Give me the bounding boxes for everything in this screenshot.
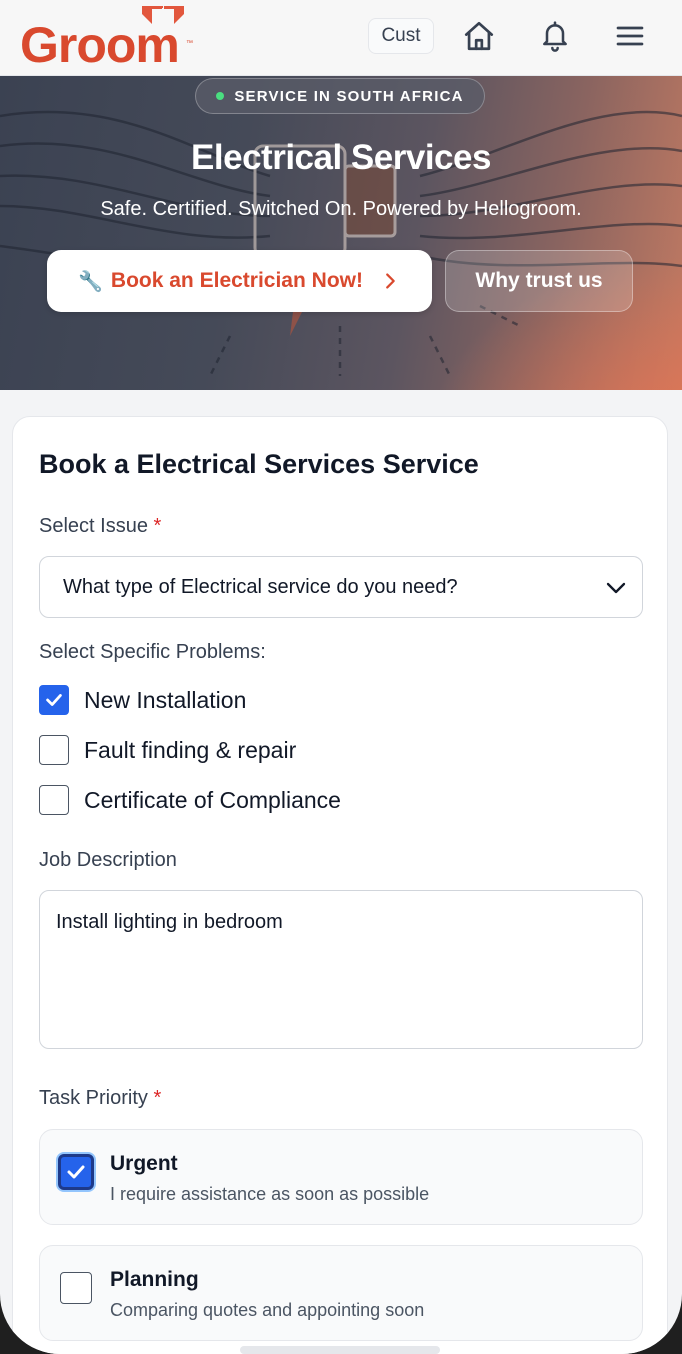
- problems-label: Select Specific Problems:: [39, 641, 266, 663]
- menu-icon[interactable]: [612, 18, 648, 54]
- priority-description: I require assistance as soon as possible: [110, 1184, 430, 1204]
- problem-option-label: Certificate of Compliance: [84, 786, 341, 813]
- priority-title: Urgent: [110, 1152, 178, 1175]
- checkbox-unchecked-icon[interactable]: [39, 735, 69, 765]
- issue-label-text: Select Issue: [39, 515, 148, 537]
- job-description-label: Job Description: [39, 849, 177, 871]
- cust-button[interactable]: Cust: [368, 18, 434, 54]
- issue-label: Select Issue *: [39, 515, 161, 538]
- required-mark: *: [153, 515, 162, 537]
- problem-option-certificate[interactable]: Certificate of Compliance: [39, 784, 341, 816]
- chevron-down-icon: [606, 582, 626, 594]
- home-indicator: [240, 1346, 440, 1354]
- status-dot-icon: [216, 92, 225, 100]
- checkbox-unchecked-icon[interactable]: [39, 785, 69, 815]
- problem-option-fault-finding[interactable]: Fault finding & repair: [39, 734, 296, 766]
- required-mark: *: [153, 1087, 162, 1109]
- logo-trademark: ™: [186, 40, 193, 47]
- priority-option-urgent[interactable]: Urgent I require assistance as soon as p…: [39, 1129, 643, 1225]
- priority-label-text: Task Priority: [39, 1087, 148, 1109]
- problem-option-new-installation[interactable]: New Installation: [39, 684, 246, 716]
- groom-logo[interactable]: Groom ™: [20, 6, 200, 70]
- top-header: Groom ™ Cust: [0, 0, 682, 76]
- problem-option-label: Fault finding & repair: [84, 736, 297, 763]
- page-title: Electrical Services: [191, 138, 491, 177]
- hero-banner: SERVICE IN SOUTH AFRICA Electrical Servi…: [0, 76, 682, 390]
- why-trust-us-button[interactable]: Why trust us: [445, 250, 633, 312]
- plug-illustration: [0, 110, 682, 377]
- booking-form-card: Book a Electrical Services Service Selec…: [12, 416, 668, 1354]
- book-electrician-button[interactable]: 🔧 Book an Electrician Now!: [47, 250, 432, 312]
- page-subtitle: Safe. Certified. Switched On. Powered by…: [100, 198, 582, 220]
- wrench-icon: 🔧: [78, 270, 103, 293]
- problem-option-label: New Installation: [84, 686, 247, 713]
- priority-option-planning[interactable]: Planning Comparing quotes and appointing…: [39, 1245, 643, 1341]
- form-title: Book a Electrical Services Service: [39, 449, 479, 479]
- checkbox-checked-icon[interactable]: [39, 685, 69, 715]
- book-button-label: Book an Electrician Now!: [110, 269, 363, 292]
- checkbox-unchecked-icon[interactable]: [60, 1272, 92, 1304]
- badge-label: SERVICE IN SOUTH AFRICA: [234, 87, 464, 105]
- issue-select-value: What type of Electrical service do you n…: [63, 575, 458, 598]
- phone-screen: Groom ™ Cust SERVICE IN SOUTH AFRICA Ele…: [0, 0, 682, 1354]
- checkbox-checked-icon[interactable]: [58, 1154, 94, 1190]
- task-priority-label: Task Priority *: [39, 1087, 161, 1110]
- priority-description: Comparing quotes and appointing soon: [110, 1300, 425, 1320]
- priority-title: Planning: [110, 1268, 199, 1291]
- job-description-textarea[interactable]: Install lighting in bedroom: [39, 890, 643, 1049]
- issue-select[interactable]: What type of Electrical service do you n…: [39, 556, 643, 618]
- home-icon[interactable]: [461, 18, 497, 54]
- bell-icon[interactable]: [537, 18, 573, 54]
- logo-wordmark: Groom: [20, 17, 180, 73]
- service-region-badge: SERVICE IN SOUTH AFRICA: [195, 78, 485, 114]
- chevron-right-icon: [386, 273, 395, 289]
